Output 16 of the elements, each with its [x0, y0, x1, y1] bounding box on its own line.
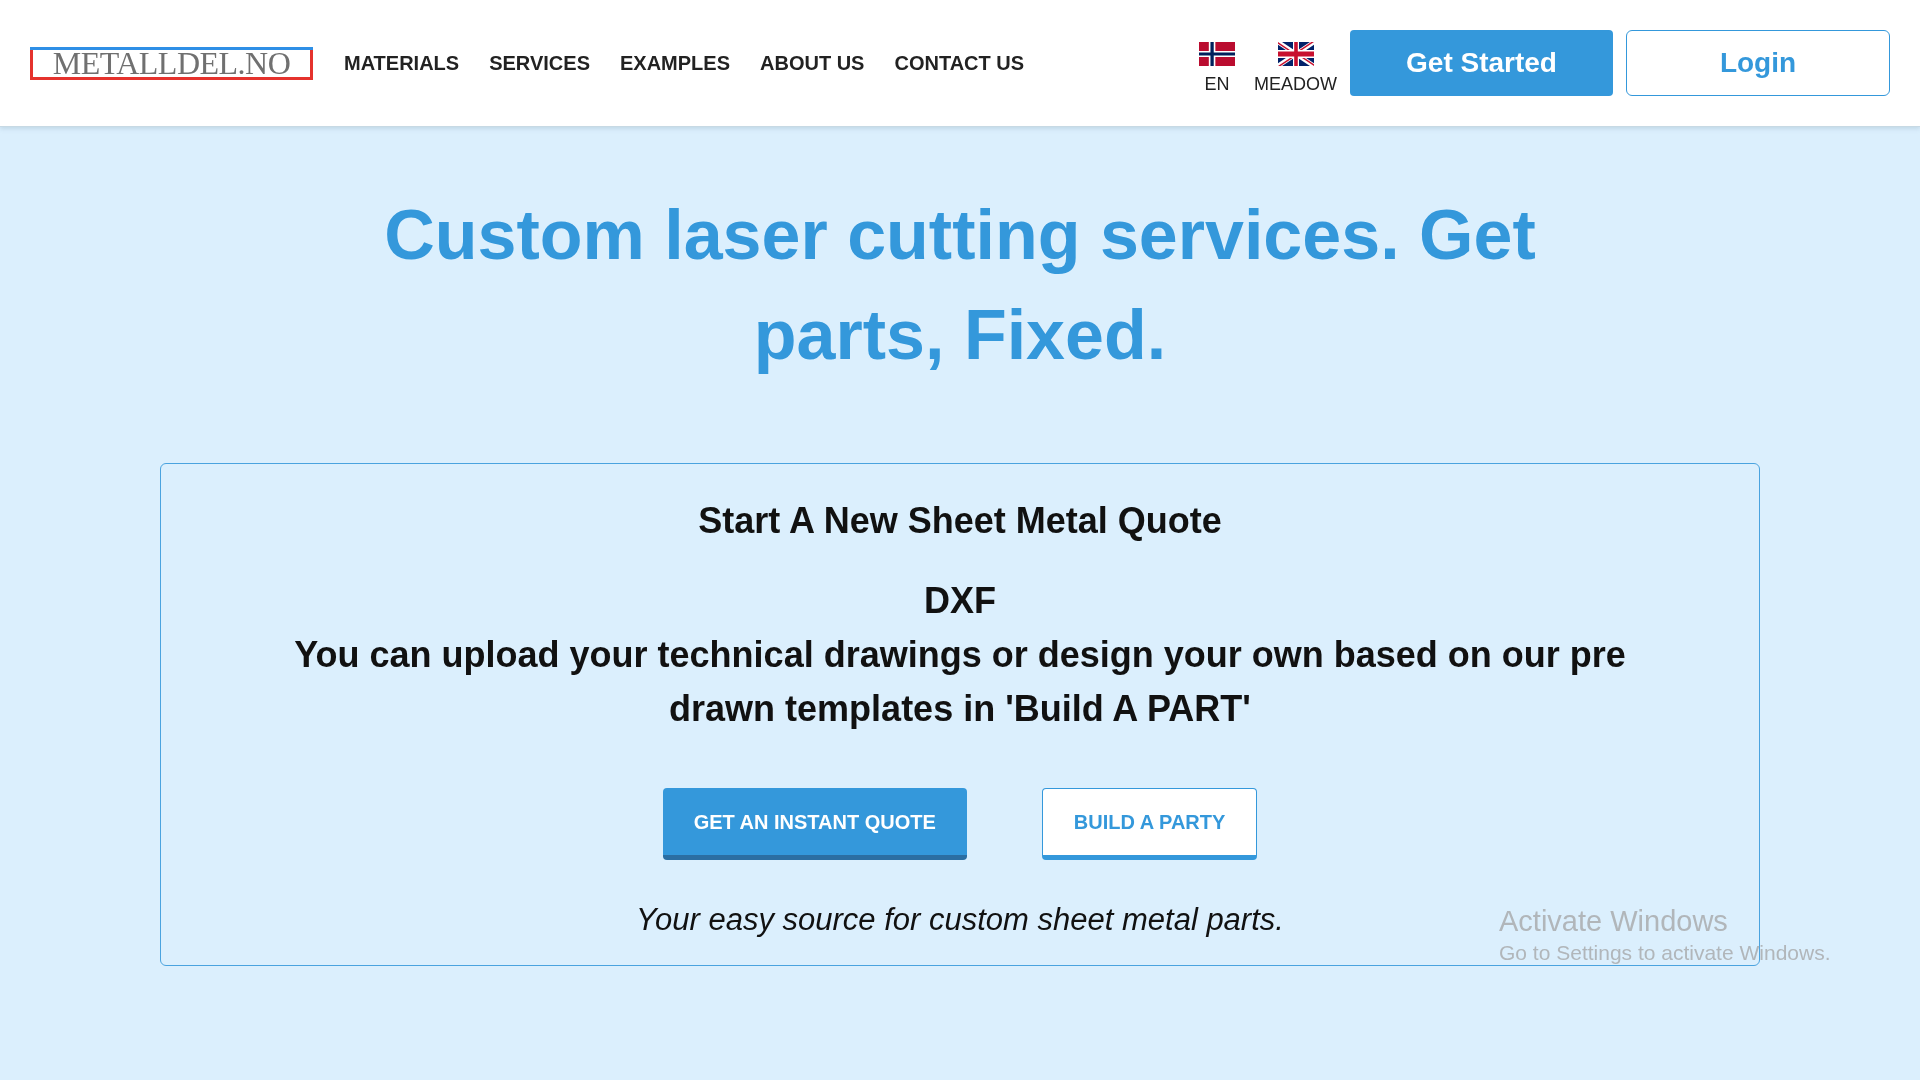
- nav-link[interactable]: CONTACT US: [894, 48, 1025, 78]
- hero-heading: Custom laser cutting services. Get parts, Fixed.: [383, 195, 1537, 376]
- card-description: You can upload your technical drawings or design your own based on our pre drawn templates in 'Build A PART': [293, 633, 1627, 731]
- nav-link[interactable]: ABOUT US: [760, 48, 865, 78]
- nav-link[interactable]: MATERIALS: [344, 48, 460, 78]
- file-format-label: DXF: [924, 579, 996, 623]
- language-option[interactable]: EN: [1199, 41, 1235, 93]
- norwegian-flag-icon: [1199, 41, 1235, 66]
- language-option[interactable]: MEADOW: [1254, 41, 1337, 93]
- card-title: Start A New Sheet Metal Quote: [698, 499, 1222, 543]
- british-flag-icon: [1277, 41, 1314, 66]
- site-logo[interactable]: METALLDEL.NO: [30, 46, 313, 80]
- nav-link[interactable]: EXAMPLES: [619, 48, 730, 78]
- activation-notice-title: Activate Windows: [1499, 904, 1729, 939]
- nav-link[interactable]: SERVICES: [489, 48, 590, 78]
- tagline: Your easy source for custom sheet metal parts.: [636, 901, 1284, 939]
